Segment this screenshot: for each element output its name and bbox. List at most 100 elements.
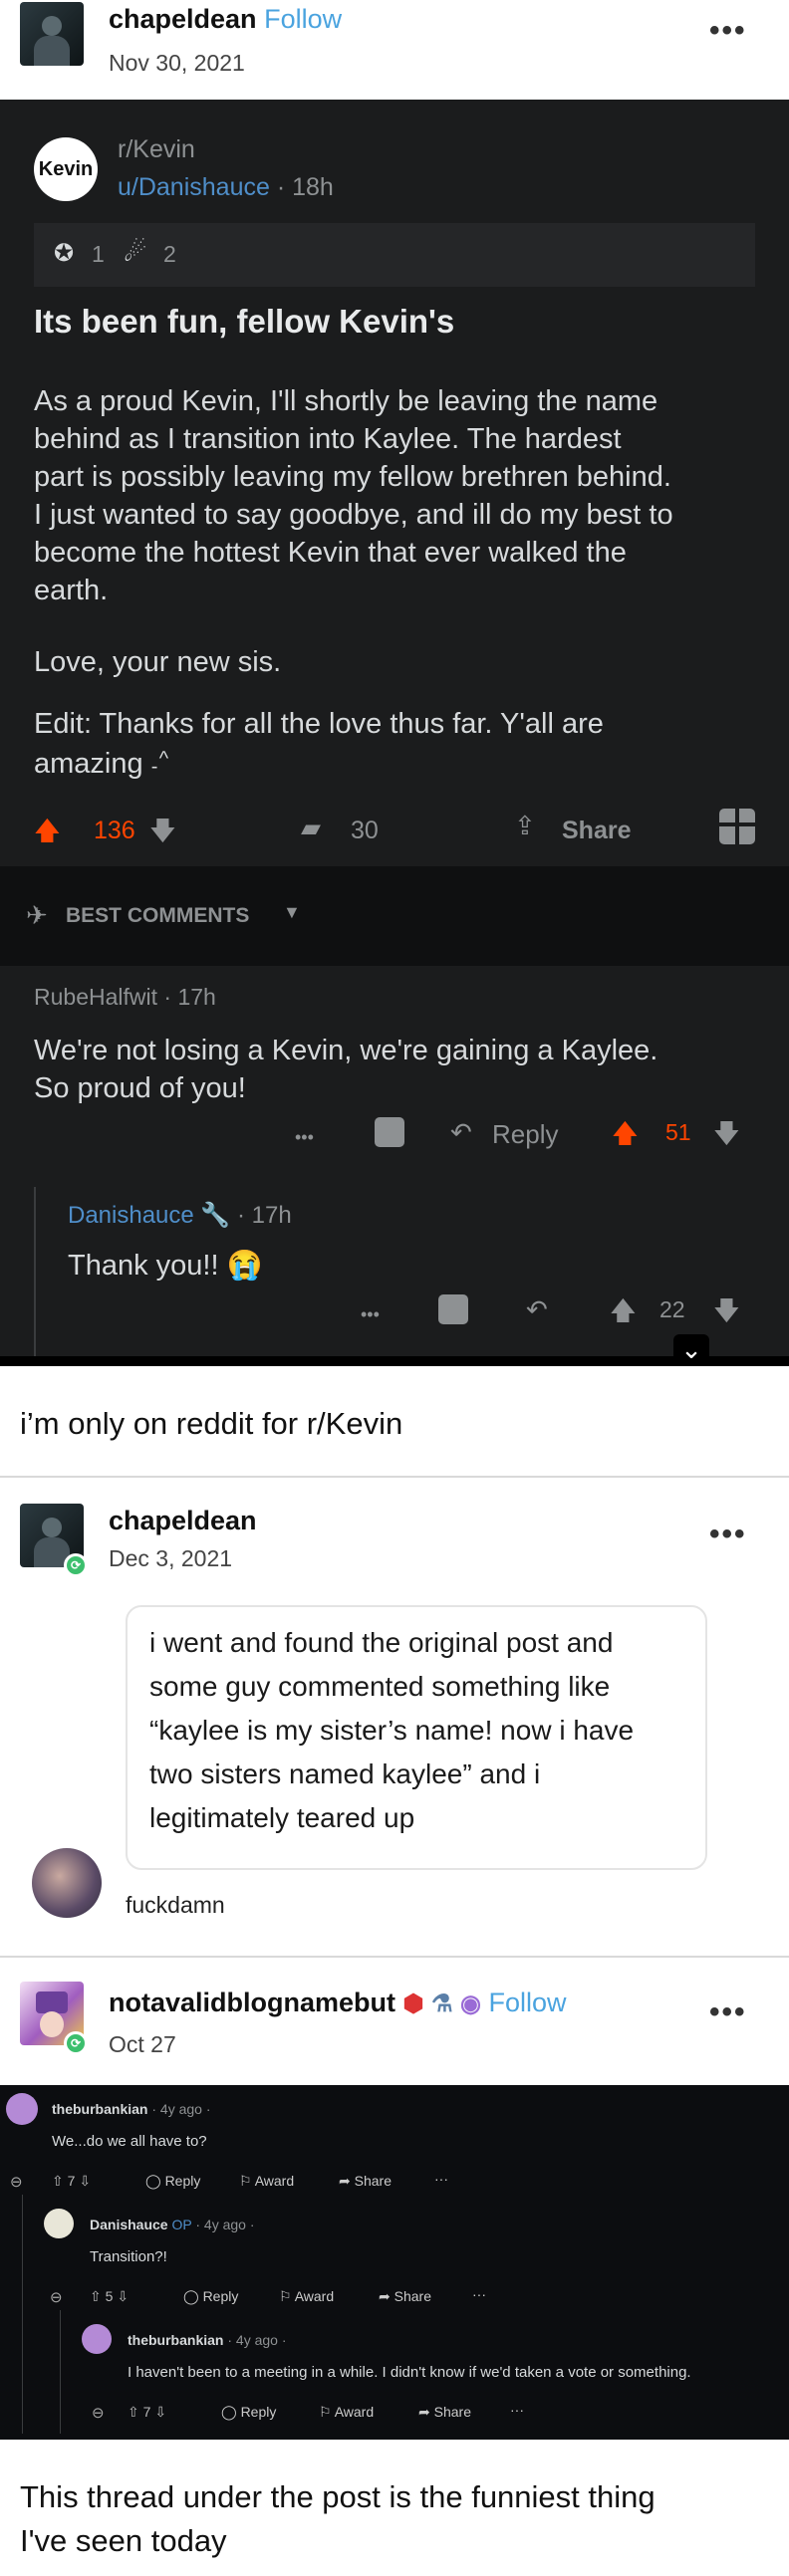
gift-icon[interactable] xyxy=(375,1117,404,1147)
award-button[interactable]: ⚐ Award xyxy=(279,2288,334,2305)
avatar xyxy=(6,2093,38,2125)
downvote-icon[interactable]: 🡇 xyxy=(713,1292,740,1336)
chevron-down-icon[interactable]: ⌄ xyxy=(673,1334,709,1365)
reblog-icon: ⟳ xyxy=(64,2031,88,2055)
vote-count: 7 xyxy=(142,2404,151,2420)
upvote-icon[interactable]: 🡅 xyxy=(34,813,61,856)
gift-icon[interactable] xyxy=(438,1294,468,1324)
upvote-count: 136 xyxy=(94,817,135,844)
awards-bar: ✪ 1 ☄ 2 xyxy=(34,223,755,287)
award-button[interactable]: ⚐ Award xyxy=(239,2173,294,2190)
more-options-button[interactable]: ··· xyxy=(510,2402,524,2418)
comment-text: I haven't been to a meeting in a while. … xyxy=(128,2364,691,2381)
subreddit-name[interactable]: r/Kevin xyxy=(118,135,195,164)
divider xyxy=(0,1356,789,1366)
award-count: 1 xyxy=(92,241,105,267)
reply-button[interactable]: ◯ Reply xyxy=(221,2404,276,2421)
downvote-icon[interactable]: ⇩ xyxy=(79,2173,91,2189)
vote-count: 5 xyxy=(105,2288,114,2304)
award-icon: ⚐ xyxy=(279,2288,292,2304)
award-count: 2 xyxy=(163,241,176,267)
downvote-icon[interactable]: 🡇 xyxy=(149,813,176,856)
username[interactable]: chapeldean xyxy=(109,1506,257,1536)
reply-button[interactable]: Reply xyxy=(492,1119,558,1150)
ask-bubble: i went and found the original post and s… xyxy=(126,1605,707,1870)
best-comments-bar[interactable]: ✈ BEST COMMENTS ▼ xyxy=(0,866,789,966)
asker-name[interactable]: fuckdamn xyxy=(126,1892,225,1919)
upvote-icon[interactable]: 🡅 xyxy=(612,1115,639,1159)
comment-meta: Danishauce 🔧 · 17h xyxy=(68,1202,292,1229)
wrench-icon: 🔧 xyxy=(200,1202,231,1229)
op-badge: OP xyxy=(171,2217,192,2232)
upvote-icon[interactable]: ⇧ xyxy=(128,2404,139,2420)
reddit-post-body: As a proud Kevin, I'll shortly be leavin… xyxy=(34,385,673,606)
chevron-down-icon[interactable]: ▼ xyxy=(283,902,301,923)
more-options-button[interactable]: ••• xyxy=(295,1127,314,1148)
downvote-icon[interactable]: ⇩ xyxy=(117,2288,129,2304)
share-icon[interactable]: ⇪ xyxy=(514,811,536,841)
reply-button[interactable]: ◯ Reply xyxy=(183,2288,238,2305)
more-options-button[interactable]: ••• xyxy=(709,1518,747,1551)
comment-author[interactable]: RubeHalfwit xyxy=(34,984,157,1010)
comment-meta: RubeHalfwit · 17h xyxy=(34,984,216,1010)
upvote-icon[interactable]: ⇧ xyxy=(52,2173,64,2189)
downvote-icon[interactable]: 🡇 xyxy=(713,1115,740,1159)
more-options-button[interactable]: ··· xyxy=(434,2171,448,2187)
share-button[interactable]: ➦ Share xyxy=(379,2288,431,2305)
asker-avatar[interactable] xyxy=(32,1848,102,1918)
thread-line xyxy=(22,2195,23,2434)
username[interactable]: notavalidblognamebut xyxy=(109,1988,395,2017)
collapse-icon[interactable]: ⊖ xyxy=(10,2173,23,2191)
more-options-button[interactable]: ••• xyxy=(361,1304,380,1325)
comment-actions: ⇧ 5 ⇩ xyxy=(90,2288,129,2305)
share-button[interactable]: ➦ Share xyxy=(339,2173,392,2190)
reply-icon: ◯ xyxy=(221,2404,237,2420)
reddit-edit-line: Edit: Thanks for all the love thus far. … xyxy=(34,708,604,740)
more-options-button[interactable]: ••• xyxy=(709,1995,747,2029)
divider xyxy=(0,1476,789,1478)
collapse-icon[interactable]: ⊖ xyxy=(92,2404,105,2422)
more-options-button[interactable]: ••• xyxy=(709,14,747,48)
share-button[interactable]: ➦ Share xyxy=(418,2404,471,2421)
comment-author[interactable]: theburbankian xyxy=(128,2332,223,2348)
avatar[interactable] xyxy=(20,2,84,66)
badge-icon: ◉ xyxy=(460,1991,481,2017)
award-icon: ⚐ xyxy=(319,2404,332,2420)
collapse-icon[interactable]: ⊖ xyxy=(50,2288,63,2306)
comment-icon[interactable]: ▰ xyxy=(301,813,321,843)
reddit-edit-line: amazing ^ - xyxy=(34,748,169,780)
post-caption: This thread under the post is the funnie… xyxy=(20,2479,656,2558)
comment-count: 30 xyxy=(351,817,379,844)
downvote-icon[interactable]: ⇩ xyxy=(154,2404,166,2420)
avatar xyxy=(82,2324,112,2354)
follow-button[interactable]: Follow xyxy=(264,4,342,34)
reply-button[interactable]: ◯ Reply xyxy=(145,2173,200,2190)
follow-button[interactable]: Follow xyxy=(489,1988,567,2017)
rocket-icon: ✈ xyxy=(26,900,48,930)
share-button[interactable]: Share xyxy=(562,817,631,845)
vote-count: 51 xyxy=(665,1119,691,1145)
reply-icon: ◯ xyxy=(183,2288,199,2304)
reddit-author[interactable]: u/Danishauce xyxy=(118,173,270,201)
post-author[interactable]: notavalidblognamebut ⬢ ⚗ ◉ Follow xyxy=(109,1988,567,2018)
thread-line xyxy=(34,1187,36,1356)
reply-icon[interactable]: ↶ xyxy=(450,1117,472,1148)
award-icon: ✪ xyxy=(54,240,75,267)
award-button[interactable]: ⚐ Award xyxy=(319,2404,374,2421)
comment-author[interactable]: Danishauce xyxy=(68,1202,194,1229)
comment-author[interactable]: Danishauce xyxy=(90,2217,168,2232)
upvote-icon[interactable]: ⇧ xyxy=(90,2288,102,2304)
comment-meta: theburbankian · 4y ago · xyxy=(128,2332,287,2348)
gift-icon[interactable] xyxy=(719,809,755,844)
post-caption: i’m only on reddit for r/Kevin xyxy=(20,1406,403,1441)
upvote-icon[interactable]: 🡅 xyxy=(610,1292,637,1336)
sort-label[interactable]: BEST COMMENTS xyxy=(66,904,249,928)
username[interactable]: chapeldean xyxy=(109,4,257,34)
post-author[interactable]: chapeldean Follow xyxy=(109,4,342,35)
badge-icon: ⚗ xyxy=(431,1991,453,2017)
more-options-button[interactable]: ··· xyxy=(472,2286,486,2302)
post-date: Dec 3, 2021 xyxy=(109,1545,233,1571)
comment-author[interactable]: theburbankian xyxy=(52,2101,147,2117)
reply-icon[interactable]: ↶ xyxy=(526,1294,548,1325)
badge-icon: ⬢ xyxy=(402,1991,424,2017)
